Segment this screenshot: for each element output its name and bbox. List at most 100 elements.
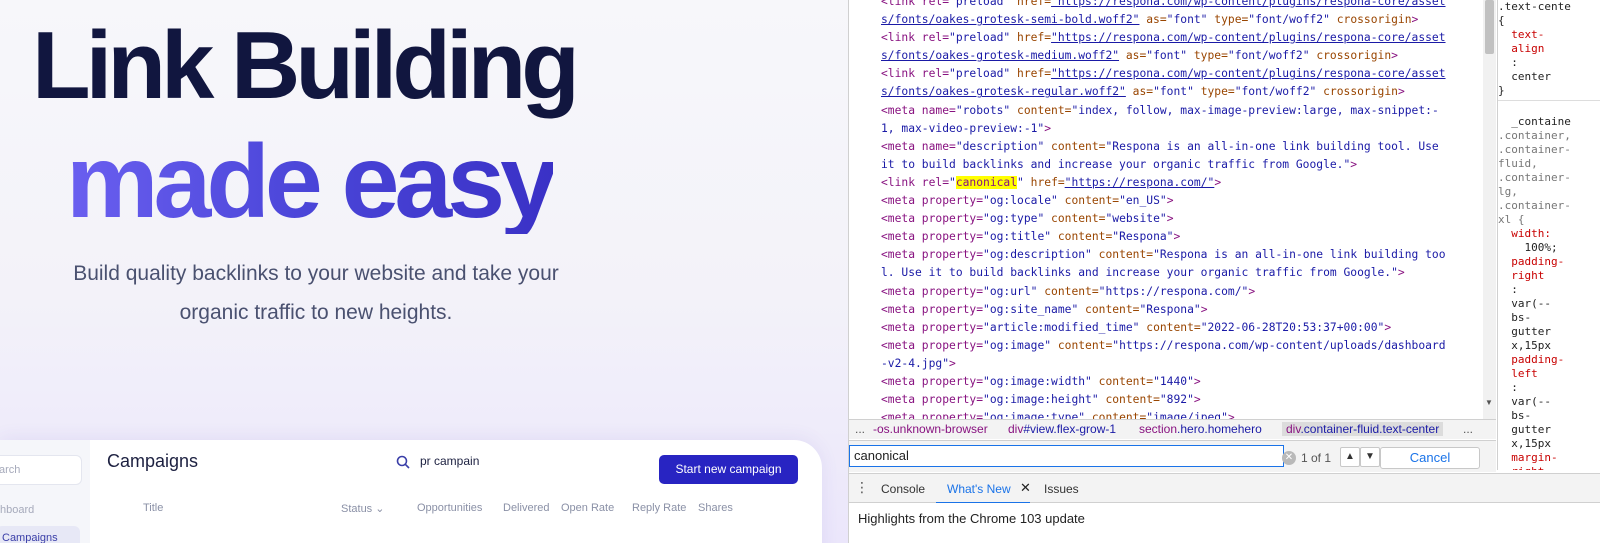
scrollbar-thumb[interactable]	[1485, 0, 1494, 54]
source-line[interactable]: s/fonts/oakes-grotesk-semi-bold.woff2" a…	[849, 11, 1483, 29]
find-next-button[interactable]: ▼	[1360, 447, 1380, 467]
source-token: <link rel=	[881, 31, 950, 45]
source-line[interactable]: s/fonts/oakes-grotesk-medium.woff2" as="…	[849, 47, 1483, 65]
tab-issues[interactable]: Issues	[1044, 482, 1079, 496]
breadcrumb-more-right[interactable]: ...	[1463, 422, 1473, 436]
source-token: href=	[1023, 175, 1065, 189]
styles-pane[interactable]: .text-cente{ text- align : center} _cont…	[1497, 0, 1600, 470]
source-token: >	[1166, 212, 1174, 226]
source-token: <meta property=	[881, 194, 984, 208]
source-line[interactable]: it to build backlinks and increase your …	[849, 156, 1483, 174]
source-line[interactable]: s/fonts/oakes-grotesk-regular.woff2" as=…	[849, 83, 1483, 101]
style-rule-line: xl {	[1498, 213, 1525, 226]
source-token: crossorigin	[1329, 13, 1412, 27]
elements-scrollbar[interactable]	[1483, 0, 1496, 420]
breadcrumb-more-left[interactable]: ...	[855, 422, 865, 436]
tab-whats-new-label: What's New	[947, 482, 1011, 496]
source-line[interactable]: <meta property="og:site_name" content="R…	[849, 301, 1483, 319]
dom-source: <link rel="preload" href="https://respon…	[849, 0, 1483, 420]
source-line[interactable]: <meta property="og:url" content="https:/…	[849, 283, 1483, 301]
style-rule-line: width:	[1498, 227, 1551, 240]
source-line[interactable]: <link rel="preload" href="https://respon…	[849, 0, 1483, 11]
style-rule-line: text-	[1498, 28, 1545, 41]
source-line[interactable]: <meta property="article:modified_time" c…	[849, 319, 1483, 337]
source-token: as=	[1125, 85, 1154, 99]
column-header-title[interactable]: Title	[143, 502, 163, 514]
source-token: content=	[1037, 284, 1099, 298]
source-token: "2022-06-28T20:53:37+00:00"	[1200, 320, 1385, 334]
hero-heading-line2: made easy	[66, 124, 558, 240]
source-token: l. Use it to build backlinks and increas…	[881, 266, 1398, 280]
style-rule-line: padding-	[1498, 353, 1565, 366]
column-header-delivered[interactable]: Delivered	[503, 502, 549, 514]
source-token: "https://respona.com/"	[1064, 175, 1215, 189]
source-token: "font/woff2"	[1227, 49, 1310, 63]
source-line[interactable]: <meta property="og:title" content="Respo…	[849, 228, 1483, 246]
column-header-opportunities[interactable]: Opportunities	[417, 502, 482, 514]
source-token: <meta property=	[881, 212, 984, 226]
source-token: >	[1044, 121, 1052, 135]
source-token: "https://respona.com/"	[1098, 284, 1249, 298]
column-header-reply-rate[interactable]: Reply Rate	[632, 502, 686, 514]
sidebar-search[interactable]: arch	[0, 455, 82, 485]
source-token: >	[1193, 374, 1201, 388]
breadcrumb-item[interactable]: -os.unknown-browser	[873, 422, 988, 436]
tab-whats-new[interactable]: What's New ✕	[936, 474, 1031, 504]
source-token: "og:image"	[983, 338, 1052, 352]
breadcrumb-item[interactable]: div#view.flex-grow-1	[1008, 422, 1116, 436]
style-rule-line: gutter	[1498, 325, 1551, 338]
source-token: >	[949, 356, 956, 370]
elements-tree[interactable]: <link rel="preload" href="https://respon…	[849, 0, 1496, 420]
column-header-shares[interactable]: Shares	[698, 502, 733, 514]
source-token: <meta property=	[881, 284, 984, 298]
dashboard-title: Campaigns	[107, 451, 199, 471]
source-token: content=	[1044, 139, 1106, 153]
source-token: >	[1214, 175, 1222, 189]
source-token: "preload"	[949, 67, 1011, 81]
source-line[interactable]: <meta property="og:image:height" content…	[849, 391, 1483, 409]
breadcrumb-item-selected[interactable]: div.container-fluid.text-center	[1282, 422, 1444, 436]
source-line[interactable]: <meta property="og:image:width" content=…	[849, 373, 1483, 391]
start-new-campaign-button[interactable]: Start new campaign	[659, 455, 798, 484]
source-token: "og:locale"	[983, 194, 1058, 208]
source-line[interactable]: <meta property="og:description" content=…	[849, 246, 1483, 264]
tab-console[interactable]: Console	[881, 482, 925, 496]
close-icon[interactable]: ✕	[1020, 480, 1031, 496]
source-token: >	[1411, 13, 1419, 27]
campaign-search-input[interactable]: pr campain	[420, 454, 479, 468]
source-token: >	[1248, 284, 1256, 298]
find-input[interactable]: canonical	[849, 445, 1284, 467]
kebab-menu-icon[interactable]: ⋮	[855, 479, 869, 496]
sidebar-item-dashboard[interactable]: hboard	[0, 504, 34, 516]
style-rule-line: x,15px	[1498, 339, 1551, 352]
style-rule-line: .container,	[1498, 129, 1571, 142]
source-line[interactable]: <link rel="preload" href="https://respon…	[849, 29, 1483, 47]
column-header-status[interactable]: Status ⌄	[341, 502, 384, 515]
source-token: 1, max-video-preview:-1"	[881, 121, 1045, 135]
source-line[interactable]: <meta property="og:image" content="https…	[849, 337, 1483, 355]
find-previous-button[interactable]: ▲	[1340, 447, 1360, 467]
source-token: "892"	[1159, 393, 1194, 407]
source-line[interactable]: <meta property="og:locale" content="en_U…	[849, 192, 1483, 210]
source-line[interactable]: l. Use it to build backlinks and increas…	[849, 264, 1483, 282]
source-line[interactable]: <link rel="preload" href="https://respon…	[849, 65, 1483, 83]
column-header-open-rate[interactable]: Open Rate	[561, 502, 614, 514]
clear-search-icon[interactable]: ✕	[1282, 451, 1296, 465]
find-cancel-button[interactable]: Cancel	[1380, 447, 1480, 469]
breadcrumb-item[interactable]: section.hero.homehero	[1139, 422, 1262, 436]
source-token: "font"	[1153, 85, 1194, 99]
source-token: >	[1173, 230, 1181, 244]
source-token: type=	[1207, 13, 1249, 27]
source-line[interactable]: <meta name="description" content="Respon…	[849, 138, 1483, 156]
source-line[interactable]: <meta property="og:type" content="websit…	[849, 210, 1483, 228]
source-token: "https://respona.com/wp-content/plugins/…	[1051, 67, 1446, 81]
source-token: "description"	[955, 139, 1045, 153]
source-line[interactable]: <link rel="canonical" href="https://resp…	[849, 174, 1483, 192]
source-line[interactable]: <meta name="robots" content="index, foll…	[849, 102, 1483, 120]
sidebar-item-campaigns[interactable]: Campaigns	[0, 526, 80, 543]
source-token: >	[1391, 49, 1398, 63]
source-line[interactable]: 1, max-video-preview:-1">	[849, 120, 1483, 138]
source-token: "robots"	[955, 103, 1011, 117]
source-line[interactable]: -v2-4.jpg">	[849, 355, 1483, 373]
scroll-down-arrow-icon[interactable]: ▼	[1485, 398, 1493, 407]
